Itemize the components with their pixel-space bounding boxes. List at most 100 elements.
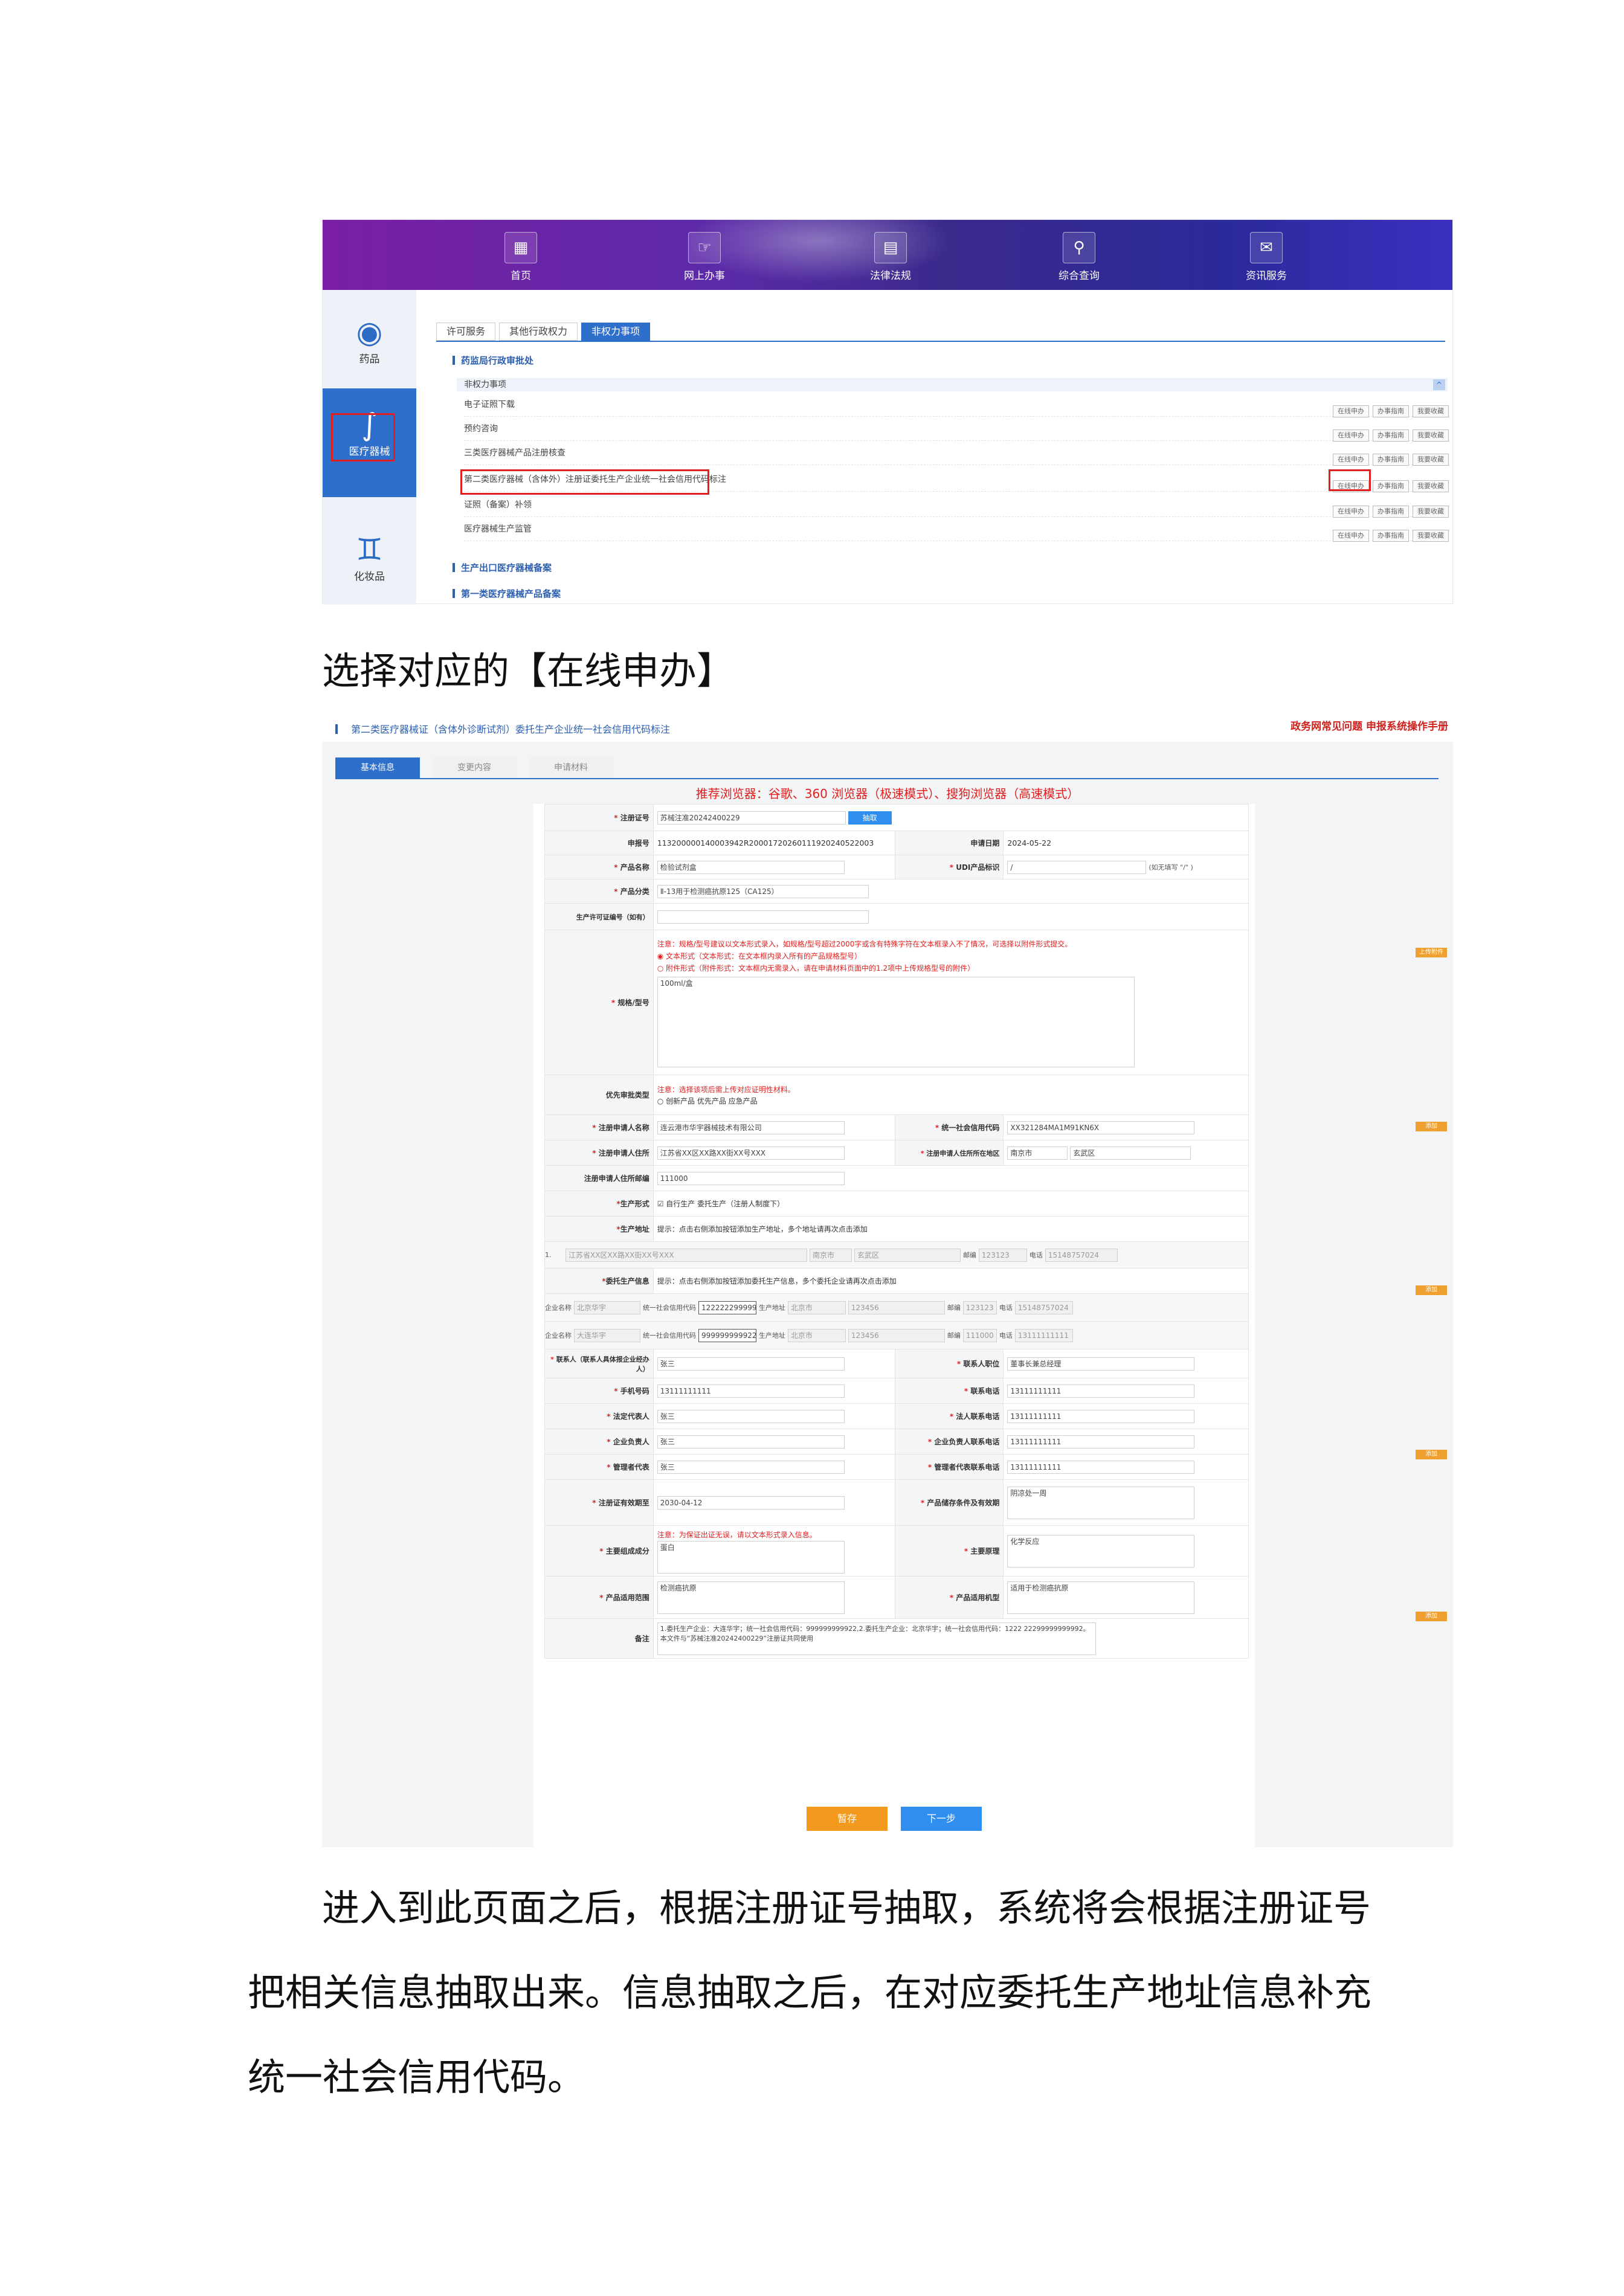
addr1-phone-input[interactable]: 15148757024	[1045, 1248, 1118, 1262]
tab-materials[interactable]: 申请材料	[529, 757, 613, 778]
addr1-city-select[interactable]: 南京市	[809, 1248, 852, 1262]
udi-cell: / (如无填写 "/" )	[1003, 855, 1249, 879]
entrust-row-1: 企业名称 北京华宇 统一社会信用代码 122222299999 生产地址 北京市…	[544, 1293, 1249, 1322]
postcode-input[interactable]: 111000	[657, 1171, 845, 1185]
principal-phone-input[interactable]: 13111111111	[1007, 1435, 1195, 1449]
scope-textarea[interactable]: 检测癌抗原	[657, 1581, 845, 1614]
storage-textarea[interactable]: 阴凉处一周	[1007, 1486, 1195, 1519]
applicant-name-input[interactable]: 连云港市华宇器械技术有限公司	[657, 1121, 845, 1134]
ent2-code-input[interactable]: 999999999922	[698, 1328, 756, 1342]
label-udi: * UDI产品标识	[894, 855, 1004, 879]
remark-textarea[interactable]: 1.委托生产企业：大连华宇；统一社会信用代码：999999999922,2.委托…	[657, 1622, 1096, 1655]
collapse-icon[interactable]: ^	[1433, 379, 1445, 390]
tab-license[interactable]: 许可服务	[436, 323, 496, 341]
nav-online-service[interactable]: ☞ 网上办事	[680, 232, 729, 282]
online-apply-button[interactable]: 在线申办	[1333, 506, 1369, 518]
favorite-button[interactable]: 我要收藏	[1413, 480, 1449, 492]
spec-option-attachment[interactable]: ○ 附件形式（附件形式：文本框内无需录入，请在申请材料页面中的1.2项中上传规格…	[657, 962, 1245, 974]
region-district-select[interactable]: 玄武区	[1070, 1146, 1191, 1160]
nav-home[interactable]: ▦ 首页	[497, 232, 545, 282]
mgr-rep-input[interactable]: 张三	[657, 1460, 845, 1474]
tab-basic-info[interactable]: 基本信息	[335, 757, 420, 778]
prod-form-options[interactable]: ☑ 自行生产 委托生产（注册人制度下）	[652, 1191, 1249, 1217]
add-button[interactable]: 添加	[1416, 1450, 1447, 1459]
valid-until-input[interactable]: 2030-04-12	[657, 1496, 845, 1510]
legal-phone-input[interactable]: 13111111111	[1007, 1409, 1195, 1423]
ent2-zip-input[interactable]: 123456	[848, 1328, 945, 1342]
online-apply-button[interactable]: 在线申办	[1333, 454, 1369, 466]
label-remark: 备注	[544, 1618, 654, 1659]
principal-input[interactable]: 张三	[657, 1435, 845, 1449]
online-apply-button[interactable]: 在线申办	[1333, 429, 1369, 442]
guide-button[interactable]: 办事指南	[1373, 480, 1409, 492]
nav-laws[interactable]: ▤ 法律法规	[866, 232, 915, 282]
extract-button[interactable]: 抽取	[848, 811, 892, 825]
ent1-phone-label: 电话	[999, 1304, 1013, 1311]
add-button[interactable]: 添加	[1416, 1612, 1447, 1621]
credit-code-input[interactable]: XX321284MA1M91KN6X	[1007, 1121, 1195, 1134]
mgr-phone-input[interactable]: 13111111111	[1007, 1460, 1195, 1474]
sidebar-item-drugs[interactable]: ◉ 药品	[323, 314, 416, 381]
nav-news[interactable]: ✉ 资讯服务	[1242, 232, 1290, 282]
legal-rep-input[interactable]: 张三	[657, 1409, 845, 1423]
purpose-textarea[interactable]: 适用于检测癌抗原	[1007, 1581, 1195, 1614]
applicant-addr-input[interactable]: 江苏省XX区XX路XX街XX号XXX	[657, 1146, 845, 1160]
label-prod-form: *生产形式	[544, 1191, 654, 1217]
online-apply-button[interactable]: 在线申办	[1333, 530, 1369, 542]
guide-button[interactable]: 办事指南	[1373, 530, 1409, 542]
license-no-input[interactable]	[657, 910, 869, 924]
favorite-button[interactable]: 我要收藏	[1413, 530, 1449, 542]
contact-input[interactable]: 张三	[657, 1357, 845, 1371]
favorite-button[interactable]: 我要收藏	[1413, 454, 1449, 466]
category-input[interactable]: Ⅱ-13用于检测癌抗原125（CA125）	[657, 884, 869, 898]
ent1-name-input[interactable]: 北京华宇	[573, 1301, 640, 1314]
tab-change-content[interactable]: 变更内容	[432, 757, 517, 778]
guide-button[interactable]: 办事指南	[1373, 506, 1409, 518]
sidebar-item-cosmetics[interactable]: ♊ 化妆品	[323, 532, 416, 598]
guide-button[interactable]: 办事指南	[1373, 429, 1409, 442]
label-priority: 优先审批类型	[544, 1075, 654, 1115]
save-draft-button[interactable]: 暂存	[807, 1807, 888, 1831]
udi-input[interactable]: /	[1007, 860, 1147, 874]
favorite-button[interactable]: 我要收藏	[1413, 506, 1449, 518]
nav-query[interactable]: ⚲ 综合查询	[1055, 232, 1103, 282]
contact-role-select[interactable]: 董事长兼总经理	[1007, 1357, 1195, 1371]
ent2-phone-input[interactable]: 13111111111	[1014, 1328, 1073, 1342]
spec-option-text[interactable]: ◉ 文本形式（文本形式：在文本框内录入所有的产品规格型号）	[657, 950, 1245, 962]
tab-non-power[interactable]: 非权力事项	[581, 323, 651, 341]
help-links[interactable]: 政务网常见问题 申报系统操作手册	[1290, 718, 1448, 733]
tab-other-power[interactable]: 其他行政权力	[499, 323, 578, 341]
reg-no-input[interactable]: 苏械注准20242400229	[657, 811, 846, 825]
guide-button[interactable]: 办事指南	[1373, 405, 1409, 417]
priority-options[interactable]: ○ 创新产品 优先产品 应急产品	[657, 1096, 1245, 1106]
add-button[interactable]: 添加	[1416, 1122, 1447, 1131]
form-table: * 注册证号 苏械注准20242400229 抽取 申报号 1132000001…	[544, 804, 1249, 1659]
label-apply-no: 申报号	[544, 831, 654, 855]
mobile-input[interactable]: 13111111111	[657, 1384, 845, 1398]
ent2-name-input[interactable]: 大连华宇	[573, 1328, 640, 1342]
ent1-post-input[interactable]: 123123	[962, 1301, 997, 1314]
ent2-city-select[interactable]: 北京市	[787, 1328, 846, 1342]
prod-addr-hint: 提示：点击右侧添加按钮添加生产地址，多个地址请再次点击添加	[652, 1216, 1249, 1242]
favorite-button[interactable]: 我要收藏	[1413, 429, 1449, 442]
addr1-post-input[interactable]: 123123	[978, 1248, 1027, 1262]
composition-textarea[interactable]: 蛋白	[657, 1540, 845, 1574]
online-apply-button[interactable]: 在线申办	[1333, 405, 1369, 417]
guide-button[interactable]: 办事指南	[1373, 454, 1409, 466]
ent1-zip-input[interactable]: 123456	[848, 1301, 945, 1314]
region-city-select[interactable]: 南京市	[1007, 1146, 1068, 1160]
ent1-code-input[interactable]: 122222299999	[698, 1301, 756, 1314]
addr1-district-select[interactable]: 玄武区	[854, 1248, 961, 1262]
add-button[interactable]: 添加	[1416, 1285, 1447, 1295]
ent2-post-input[interactable]: 111000	[962, 1328, 997, 1342]
product-name-input[interactable]: 检验试剂盒	[657, 860, 845, 874]
addr1-input[interactable]: 江苏省XX区XX路XX街XX号XXX	[565, 1248, 807, 1262]
upload-attachment-button[interactable]: 上传附件	[1416, 948, 1447, 957]
contact-phone-input[interactable]: 13111111111	[1007, 1384, 1195, 1398]
principle-textarea[interactable]: 化学反应	[1007, 1534, 1195, 1568]
next-step-button[interactable]: 下一步	[901, 1807, 982, 1831]
ent1-phone-input[interactable]: 15148757024	[1014, 1301, 1073, 1314]
spec-textarea[interactable]: 100ml/盒	[657, 976, 1135, 1067]
ent1-city-select[interactable]: 北京市	[787, 1301, 846, 1314]
favorite-button[interactable]: 我要收藏	[1413, 405, 1449, 417]
